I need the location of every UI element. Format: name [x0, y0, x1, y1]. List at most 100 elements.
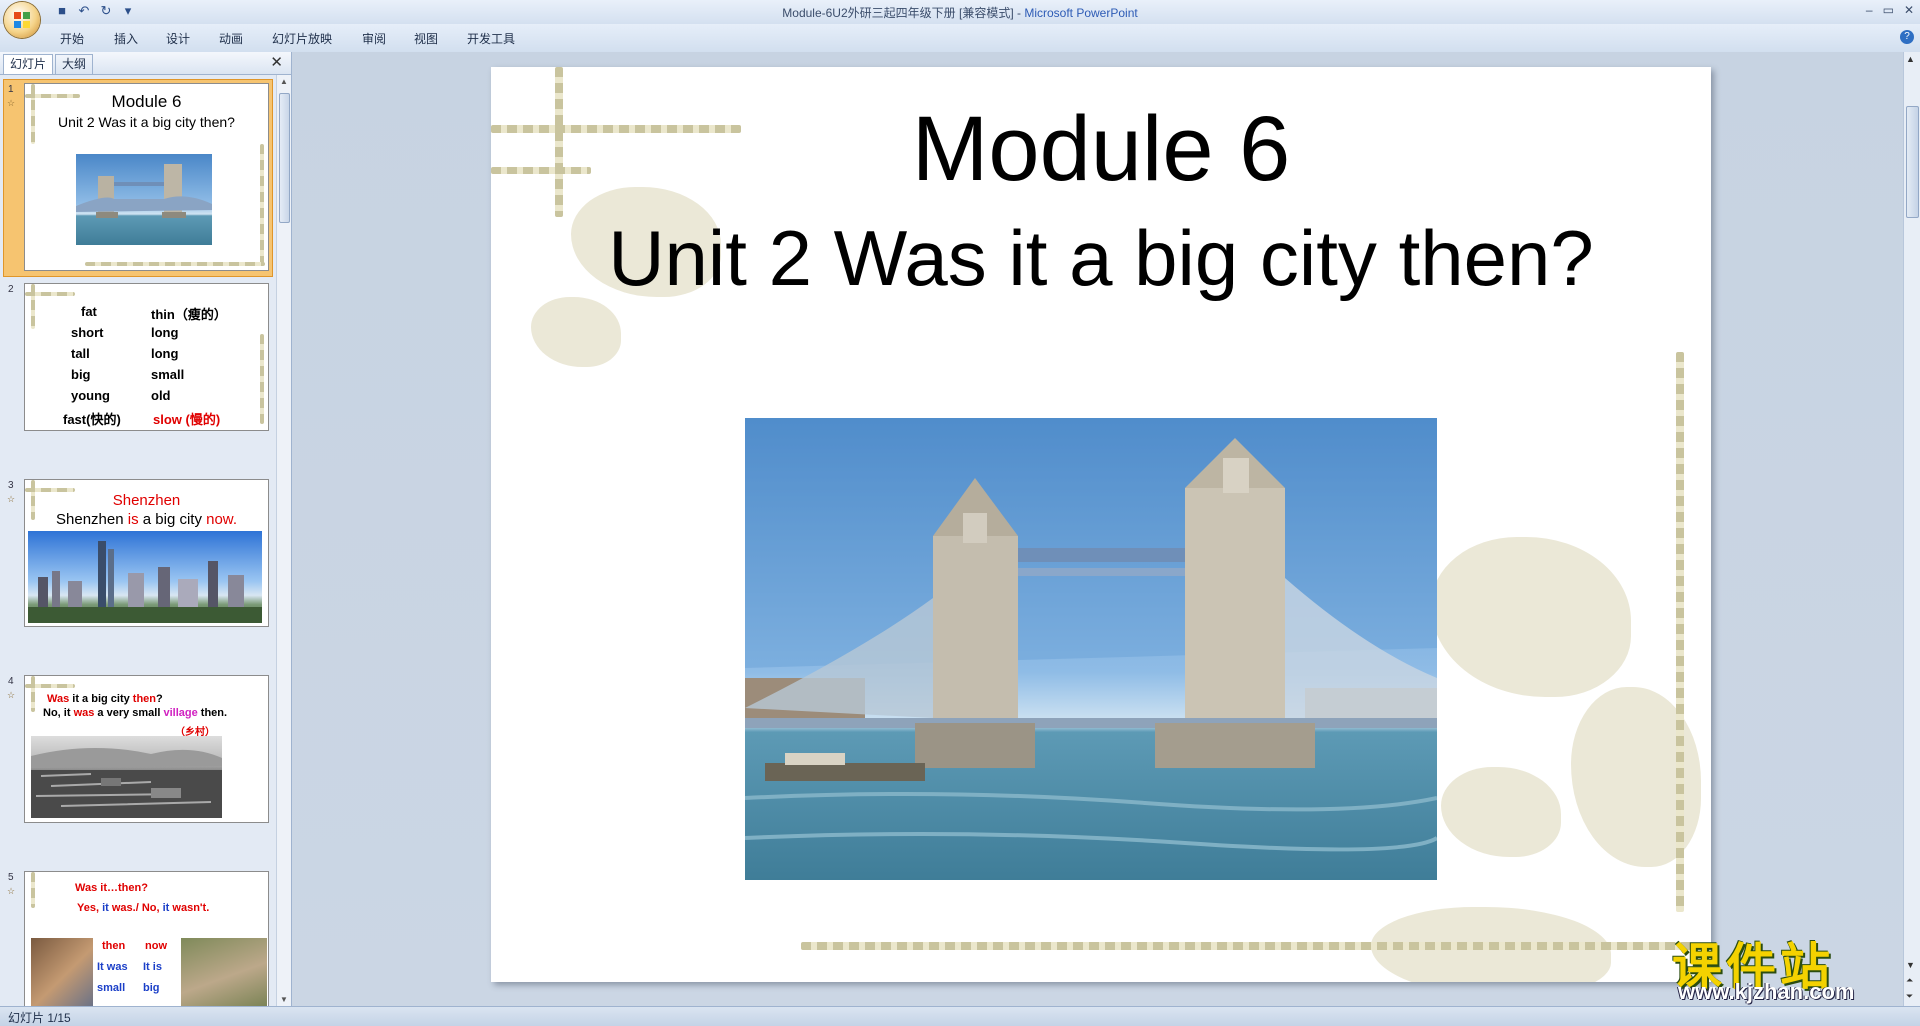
word-left: fat: [81, 304, 97, 319]
office-button[interactable]: [4, 2, 40, 38]
slide-5-preview: Was it…then? Yes, it was./ No, it wasn't…: [24, 871, 269, 1006]
word-right: old: [151, 388, 171, 403]
previous-slide-icon[interactable]: ⏶: [1906, 975, 1913, 986]
question-line: Was it…then?: [75, 882, 148, 894]
map-texture: [1441, 767, 1561, 857]
current-slide[interactable]: Module 6 Unit 2 Was it a big city then?: [491, 67, 1711, 982]
word-left: short: [71, 325, 104, 340]
compare-word: then: [102, 940, 126, 952]
watermark-url: www.kjzhan.com: [1678, 979, 1855, 1004]
sentence-part: is: [127, 511, 139, 528]
slides-panel: 幻灯片 大纲 ✕ 1 ☆ Module 6 Unit 2 Was it a bi…: [0, 52, 292, 1006]
next-slide-icon[interactable]: ⏷: [1906, 991, 1913, 1002]
tab-animations[interactable]: 动画: [219, 30, 243, 47]
thumbnail-list: 1 ☆ Module 6 Unit 2 Was it a big city th…: [0, 75, 275, 1006]
vine-decoration: [260, 334, 264, 424]
word-left: fast(快的): [63, 412, 121, 427]
tab-slide-show[interactable]: 幻灯片放映: [272, 30, 332, 47]
animal-photo: [181, 938, 267, 1006]
slide-1-preview: Module 6 Unit 2 Was it a big city then?: [24, 83, 269, 271]
ribbon-tabs: 开始 插入 设计 动画 幻灯片放映 审阅 视图 开发工具 ?: [0, 24, 1920, 53]
word-right: thin（瘦的）: [151, 307, 227, 322]
word-right: slow (慢的): [153, 412, 221, 427]
thumbnail-title: Shenzhen: [112, 492, 181, 509]
document-title: Module-6U2外研三起四年级下册 [兼容模式] -: [782, 6, 1025, 20]
tab-insert[interactable]: 插入: [114, 30, 138, 47]
word-right: long: [151, 325, 179, 340]
tab-review[interactable]: 审阅: [362, 30, 386, 47]
close-icon[interactable]: ✕: [1904, 3, 1914, 17]
vine-decoration: [260, 144, 264, 264]
slide-thumbnail-2[interactable]: 2 fat thin（瘦的） short long tall long big …: [4, 280, 272, 432]
panel-close-icon[interactable]: ✕: [270, 53, 283, 71]
thumbnail-sentence: Shenzhen is a big city now.: [25, 511, 268, 528]
slide-thumbnail-3[interactable]: 3 ☆ Shenzhen Shenzhen is a big city now.: [4, 476, 272, 628]
sentence-part: Was: [47, 693, 70, 705]
slide-indicator: 幻灯片 1/15: [8, 1011, 71, 1025]
compare-word: It was: [97, 961, 128, 973]
animation-star-icon: ☆: [7, 690, 16, 700]
compare-word: now: [145, 940, 167, 952]
sentence-part: Yes,: [77, 902, 103, 914]
status-bar: 幻灯片 1/15: [0, 1006, 1920, 1026]
slide-title[interactable]: Module 6: [491, 97, 1711, 202]
old-village-photo: [31, 736, 222, 818]
slide-number: 1: [8, 84, 14, 95]
editor-scrollbar[interactable]: ▲ ▼ ⏶ ⏷: [1903, 52, 1920, 1006]
vine-decoration: [25, 292, 75, 296]
scroll-thumb[interactable]: [1906, 106, 1919, 218]
map-texture: [1431, 537, 1631, 697]
slide-thumbnail-4[interactable]: 4 ☆ Was it a big city then? No, it was a…: [4, 672, 272, 824]
customize-icon[interactable]: ▾: [120, 3, 136, 19]
thumbnail-title: Module 6: [111, 92, 182, 111]
office-logo-icon: [14, 12, 30, 28]
help-icon[interactable]: ?: [1900, 30, 1914, 44]
scroll-thumb[interactable]: [279, 93, 290, 223]
scroll-down-icon[interactable]: ▼: [1906, 960, 1915, 970]
vine-decoration: [31, 676, 35, 712]
word-right: small: [151, 367, 185, 382]
save-icon[interactable]: ■: [54, 3, 70, 19]
shenzhen-skyline-image: [28, 531, 262, 623]
minimize-icon[interactable]: –: [1866, 3, 1873, 17]
tab-developer[interactable]: 开发工具: [467, 30, 515, 47]
slide-thumbnail-5[interactable]: 5 ☆ Was it…then? Yes, it was./ No, it wa…: [4, 868, 272, 1006]
redo-icon[interactable]: ↻: [98, 3, 114, 19]
window-controls: – ▭ ✕: [1866, 3, 1914, 17]
window-title: Module-6U2外研三起四年级下册 [兼容模式] - Microsoft P…: [0, 4, 1920, 21]
compare-word: big: [143, 982, 160, 994]
slide-thumbnail-1[interactable]: 1 ☆ Module 6 Unit 2 Was it a big city th…: [3, 79, 273, 277]
watermark: 课件站 www.kjzhan.com: [1672, 927, 1900, 1007]
sentence-part: wasn't.: [169, 902, 210, 914]
vine-decoration: [25, 684, 75, 688]
tab-home[interactable]: 开始: [60, 30, 84, 47]
animation-star-icon: ☆: [7, 98, 16, 108]
word-left: tall: [71, 346, 90, 361]
tower-bridge-photo[interactable]: [745, 418, 1437, 880]
child-photo: [31, 938, 93, 1006]
word-right: long: [151, 346, 179, 361]
sentence-part: now.: [206, 511, 237, 528]
tower-bridge-thumbnail: [76, 154, 212, 245]
thumbnail-scrollbar[interactable]: ▲ ▼: [276, 75, 291, 1006]
word-left: young: [71, 388, 110, 403]
maximize-icon[interactable]: ▭: [1883, 3, 1894, 17]
sentence-part: it: [102, 902, 109, 914]
scroll-up-icon[interactable]: ▲: [280, 77, 288, 86]
tab-slides[interactable]: 幻灯片: [3, 54, 54, 74]
vine-decoration: [31, 872, 35, 908]
quick-access-toolbar: ■ ↶ ↻ ▾: [50, 3, 136, 19]
slide-number: 2: [8, 284, 14, 295]
tab-design[interactable]: 设计: [166, 30, 190, 47]
title-bar: Module-6U2外研三起四年级下册 [兼容模式] - Microsoft P…: [0, 0, 1920, 24]
scroll-up-icon[interactable]: ▲: [1906, 54, 1915, 64]
tab-outline[interactable]: 大纲: [55, 54, 94, 74]
tab-view[interactable]: 视图: [414, 30, 438, 47]
slide-3-preview: Shenzhen Shenzhen is a big city now.: [24, 479, 269, 627]
sentence-part: No, it: [43, 707, 74, 719]
scroll-down-icon[interactable]: ▼: [280, 995, 288, 1004]
sentence-part: village: [163, 707, 198, 719]
slide-subtitle[interactable]: Unit 2 Was it a big city then?: [491, 213, 1711, 304]
sentence-part: a big city: [138, 511, 207, 528]
undo-icon[interactable]: ↶: [76, 3, 92, 19]
